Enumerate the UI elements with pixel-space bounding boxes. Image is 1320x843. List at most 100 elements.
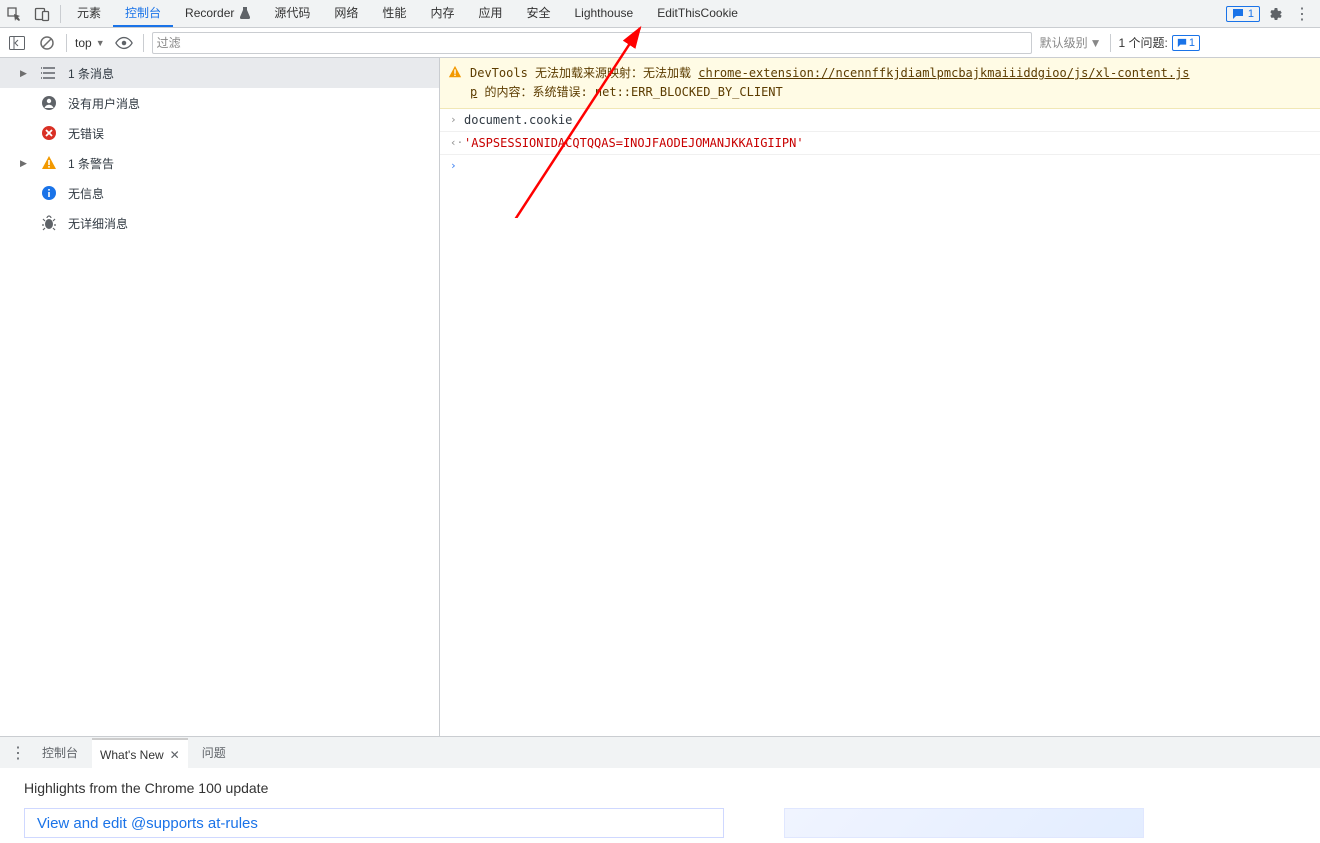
log-level-label: 默认级别 bbox=[1040, 34, 1088, 51]
tab-label: 网络 bbox=[334, 4, 358, 21]
sidebar-item-errors[interactable]: 无错误 bbox=[0, 118, 439, 148]
filter-placeholder: 过滤 bbox=[157, 34, 181, 51]
sidebar-item-messages[interactable]: ▶ 1 条消息 bbox=[0, 58, 439, 88]
drawer-more-button[interactable]: ⋮ bbox=[10, 743, 28, 763]
whatsnew-card-title: View and edit @supports at-rules bbox=[37, 815, 258, 832]
whatsnew-preview-thumbnail bbox=[784, 808, 1144, 838]
tab-performance[interactable]: 性能 bbox=[370, 0, 418, 27]
console-toolbar: top ▼ 过滤 默认级别 ▼ 1 个问题: 1 bbox=[0, 28, 1320, 58]
bug-icon bbox=[40, 214, 58, 232]
sidebar-item-warnings[interactable]: ▶ 1 条警告 bbox=[0, 148, 439, 178]
tab-label: EditThisCookie bbox=[657, 6, 738, 20]
drawer-tab-issues[interactable]: 问题 bbox=[194, 737, 234, 768]
tab-label: 源代码 bbox=[274, 4, 310, 21]
console-input-text: document.cookie bbox=[464, 113, 1312, 127]
error-icon bbox=[40, 124, 58, 142]
drawer-tabbar: ⋮ 控制台 What's New ✕ 问题 bbox=[0, 736, 1320, 768]
list-icon bbox=[40, 64, 58, 82]
context-selector[interactable]: top ▼ bbox=[75, 36, 105, 50]
drawer-tab-whatsnew[interactable]: What's New ✕ bbox=[92, 738, 188, 769]
tab-application[interactable]: 应用 bbox=[466, 0, 514, 27]
console-body: ▶ 1 条消息 没有用户消息 无错误 ▶ 1 条警告 无信息 无详细消息 bbox=[0, 58, 1320, 736]
divider bbox=[143, 34, 144, 52]
tab-label: 应用 bbox=[478, 4, 502, 21]
issues-badge: 1 bbox=[1172, 35, 1200, 51]
tab-elements[interactable]: 元素 bbox=[65, 0, 113, 27]
device-toolbar-icon[interactable] bbox=[28, 0, 56, 28]
sidebar-item-user[interactable]: 没有用户消息 bbox=[0, 88, 439, 118]
sidebar-item-verbose[interactable]: 无详细消息 bbox=[0, 208, 439, 238]
issues-count: 1 bbox=[1189, 37, 1195, 49]
tab-sources[interactable]: 源代码 bbox=[262, 0, 322, 27]
devtools-tabbar: 元素 控制台 Recorder 源代码 网络 性能 内存 应用 安全 Light… bbox=[0, 0, 1320, 28]
prompt-arrow-icon: › bbox=[450, 159, 464, 172]
drawer-tab-label: 控制台 bbox=[42, 744, 78, 761]
log-level-selector[interactable]: 默认级别 ▼ bbox=[1040, 34, 1102, 51]
tab-lighthouse[interactable]: Lighthouse bbox=[562, 0, 645, 27]
sidebar-item-label: 1 条消息 bbox=[68, 65, 114, 82]
warning-text-suffix2: 的内容：系统错误: net::ERR_BLOCKED_BY_CLIENT bbox=[477, 85, 783, 99]
user-icon bbox=[40, 94, 58, 112]
drawer-tab-label: What's New bbox=[100, 748, 164, 762]
divider bbox=[60, 5, 61, 23]
chat-icon bbox=[1177, 38, 1187, 48]
console-input-line[interactable]: › document.cookie bbox=[440, 109, 1320, 132]
input-arrow-icon: › bbox=[450, 113, 464, 126]
tab-label: 控制台 bbox=[125, 4, 161, 21]
console-warning-message: DevTools 无法加载来源映射：无法加载 chrome-extension:… bbox=[440, 58, 1320, 109]
console-output-text: 'ASPSESSIONIDACQTQQAS=INOJFAODEJOMANJKKA… bbox=[464, 136, 1312, 150]
warning-link[interactable]: chrome-extension://ncennffkjdiamlpmcbajk… bbox=[698, 66, 1189, 80]
tab-label: Lighthouse bbox=[574, 6, 633, 20]
gear-icon bbox=[1266, 6, 1282, 22]
inspect-element-icon[interactable] bbox=[0, 0, 28, 28]
tab-label: 性能 bbox=[382, 4, 406, 21]
drawer-tab-label: 问题 bbox=[202, 744, 226, 761]
chevron-down-icon: ▼ bbox=[96, 38, 105, 48]
console-sidebar: ▶ 1 条消息 没有用户消息 无错误 ▶ 1 条警告 无信息 无详细消息 bbox=[0, 58, 440, 736]
close-icon[interactable]: ✕ bbox=[170, 748, 180, 762]
whatsnew-headline: Highlights from the Chrome 100 update bbox=[0, 768, 1320, 808]
divider bbox=[1110, 34, 1111, 52]
sidebar-item-label: 无详细消息 bbox=[68, 215, 128, 232]
console-output-line: ‹· 'ASPSESSIONIDACQTQQAS=INOJFAODEJOMANJ… bbox=[440, 132, 1320, 155]
topbar-right: 1 ⋮ bbox=[1226, 0, 1320, 28]
sidebar-item-info[interactable]: 无信息 bbox=[0, 178, 439, 208]
tab-label: 内存 bbox=[430, 4, 454, 21]
divider bbox=[66, 34, 67, 52]
expand-arrow-icon: ▶ bbox=[20, 158, 30, 169]
live-expression-button[interactable] bbox=[113, 32, 135, 54]
top-tabs: 元素 控制台 Recorder 源代码 网络 性能 内存 应用 安全 Light… bbox=[65, 0, 750, 27]
whatsnew-cards: View and edit @supports at-rules bbox=[0, 808, 1320, 843]
chevron-down-icon: ▼ bbox=[1090, 36, 1102, 50]
tab-memory[interactable]: 内存 bbox=[418, 0, 466, 27]
sidebar-item-label: 1 条警告 bbox=[68, 155, 114, 172]
sidebar-item-label: 无信息 bbox=[68, 185, 104, 202]
clear-console-button[interactable] bbox=[36, 32, 58, 54]
tab-label: 安全 bbox=[526, 4, 550, 21]
expand-arrow-icon: ▶ bbox=[20, 68, 30, 79]
context-label: top bbox=[75, 36, 92, 50]
warning-text-prefix: DevTools 无法加载来源映射：无法加载 bbox=[470, 66, 698, 80]
tab-recorder[interactable]: Recorder bbox=[173, 0, 262, 27]
settings-button[interactable] bbox=[1260, 0, 1288, 28]
tab-security[interactable]: 安全 bbox=[514, 0, 562, 27]
drawer-tab-console[interactable]: 控制台 bbox=[34, 737, 86, 768]
error-badge-count: 1 bbox=[1248, 8, 1254, 20]
more-button[interactable]: ⋮ bbox=[1288, 0, 1316, 28]
issues-indicator[interactable]: 1 个问题: 1 bbox=[1119, 34, 1200, 51]
error-badge[interactable]: 1 bbox=[1226, 6, 1260, 22]
console-prompt-line[interactable]: › bbox=[440, 155, 1320, 176]
chat-icon bbox=[1232, 8, 1244, 20]
whatsnew-headline-text: Highlights from the Chrome 100 update bbox=[24, 780, 268, 796]
output-arrow-icon: ‹· bbox=[450, 136, 464, 149]
tab-editthiscookie[interactable]: EditThisCookie bbox=[645, 0, 750, 27]
beaker-icon bbox=[240, 7, 250, 19]
toggle-sidebar-button[interactable] bbox=[6, 32, 28, 54]
whatsnew-card[interactable]: View and edit @supports at-rules bbox=[24, 808, 724, 838]
filter-input[interactable]: 过滤 bbox=[152, 32, 1032, 54]
tab-console[interactable]: 控制台 bbox=[113, 0, 173, 27]
warning-icon bbox=[448, 65, 462, 79]
tab-network[interactable]: 网络 bbox=[322, 0, 370, 27]
info-icon bbox=[40, 184, 58, 202]
tab-label: 元素 bbox=[77, 4, 101, 21]
